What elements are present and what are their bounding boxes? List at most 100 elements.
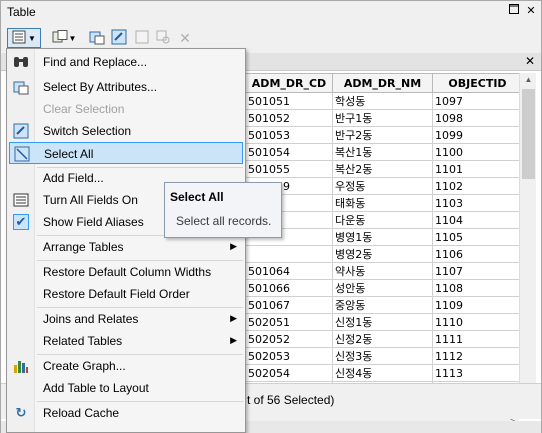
table-cell[interactable] [245,245,333,263]
table-row[interactable]: 502052 신정2동 1111 [245,330,523,348]
scroll-thumb[interactable] [522,89,535,179]
table-row[interactable]: 다운동 1104 [245,211,523,229]
menu-item-joins-relates[interactable]: Joins and Relates ▶ [9,308,243,330]
table-row[interactable]: 태화동 1103 [245,194,523,212]
menu-item-create-graph[interactable]: Create Graph... [9,355,243,377]
table-cell[interactable]: 501066 [245,279,333,297]
table-row[interactable]: 501052 반구1동 1098 [245,109,523,127]
table-row[interactable]: 병영1동 1105 [245,228,523,246]
scroll-up-icon[interactable]: ▲ [520,73,537,87]
table-cell[interactable]: 1109 [432,296,523,314]
table-cell[interactable]: 502051 [245,313,333,331]
table-cell[interactable]: 1097 [432,92,523,110]
table-cell[interactable]: 성안동 [332,279,433,297]
switch-selection-icon [13,123,29,139]
table-cell[interactable]: 501064 [245,262,333,280]
table-cell[interactable]: 1110 [432,313,523,331]
column-header[interactable]: OBJECTID [432,73,523,93]
table-cell[interactable]: 501055 [245,160,333,178]
table-cell[interactable]: 병영2동 [332,245,433,263]
menu-item-restore-field-order[interactable]: Restore Default Field Order [9,283,243,305]
table-cell[interactable]: 신정1동 [332,313,433,331]
close-tab-icon[interactable]: ✕ [525,54,535,68]
table-cell[interactable]: 501067 [245,296,333,314]
menu-item-label: Arrange Tables [43,240,124,254]
table-row[interactable]: 501053 반구2동 1099 [245,126,523,144]
restore-icon[interactable] [507,4,521,18]
select-by-attributes-button[interactable] [87,28,107,48]
table-cell[interactable]: 502054 [245,364,333,382]
table-cell[interactable]: 복산1동 [332,143,433,161]
table-cell[interactable]: 1108 [432,279,523,297]
table-cell[interactable]: 501054 [245,143,333,161]
table-cell[interactable]: 502052 [245,330,333,348]
menu-item-switch-selection[interactable]: Switch Selection [9,120,243,142]
table-cell[interactable]: 태화동 [332,194,433,212]
window-title: Table [7,5,36,19]
table-cell[interactable]: 501053 [245,126,333,144]
menu-item-arrange-tables[interactable]: Arrange Tables ▶ [9,236,243,258]
table-cell[interactable]: 다운동 [332,211,433,229]
table-cell[interactable]: 신정3동 [332,347,433,365]
table-row[interactable]: 502051 신정1동 1110 [245,313,523,331]
table-cell[interactable]: 반구1동 [332,109,433,127]
menu-item-label: Restore Default Field Order [43,287,190,301]
table-cell[interactable]: 우정동 [332,177,433,195]
table-row[interactable]: 501066 성안동 1108 [245,279,523,297]
table-cell[interactable]: 1106 [432,245,523,263]
table-cell[interactable]: 약사동 [332,262,433,280]
delete-selected-icon[interactable]: ✕ [176,28,194,48]
table-row[interactable]: 502054 신정4동 1113 [245,364,523,382]
select-all-tooltip: Select All Select all records. [164,182,282,238]
table-cell[interactable]: 중앙동 [332,296,433,314]
table-cell[interactable]: 501052 [245,109,333,127]
table-row[interactable]: 병영2동 1106 [245,245,523,263]
table-cell[interactable]: 1102 [432,177,523,195]
table-cell[interactable]: 1100 [432,143,523,161]
table-cell[interactable]: 501051 [245,92,333,110]
table-cell[interactable]: 1098 [432,109,523,127]
table-row[interactable]: 501054 복산1동 1100 [245,143,523,161]
table-cell[interactable]: 1113 [432,364,523,382]
menu-item-related-tables[interactable]: Related Tables ▶ [9,330,243,352]
table-cell[interactable]: 1099 [432,126,523,144]
table-cell[interactable]: 502053 [245,347,333,365]
table-row[interactable]: 501055 복산2동 1101 [245,160,523,178]
menu-item-add-table-to-layout[interactable]: Add Table to Layout [9,377,243,399]
menu-item-reload-cache[interactable]: ↻ Reload Cache [9,402,243,424]
clear-selection-icon [135,30,149,47]
close-window-icon[interactable]: ✕ [524,4,538,18]
column-header[interactable]: ADM_DR_NM [332,73,433,93]
table-cell[interactable]: 1105 [432,228,523,246]
switch-selection-button[interactable] [109,28,129,48]
table-cell[interactable]: 학성동 [332,92,433,110]
table-cell[interactable]: 1111 [432,330,523,348]
header-row: ADM_DR_CD ADM_DR_NM OBJECTID [245,73,523,93]
table-row[interactable]: 501064 약사동 1107 [245,262,523,280]
table-cell[interactable]: 1103 [432,194,523,212]
menu-item-select-all[interactable]: Select All [9,142,243,164]
table-row[interactable]: 501059우정동1102 [245,177,523,195]
table-cell[interactable]: 복산2동 [332,160,433,178]
menu-item-select-by-attributes[interactable]: Select By Attributes... [9,76,243,98]
zoom-to-selected-button[interactable] [154,28,172,48]
table-cell[interactable]: 신정2동 [332,330,433,348]
table-cell[interactable]: 1101 [432,160,523,178]
table-cell[interactable]: 1107 [432,262,523,280]
menu-item-find-replace[interactable]: Find and Replace... [9,51,243,73]
table-options-button[interactable]: ▼ [7,28,41,48]
table-row[interactable]: 502053 신정3동 1112 [245,347,523,365]
related-tables-button[interactable]: ▼ [51,28,77,48]
table-cell[interactable]: 반구2동 [332,126,433,144]
menu-item-clear-selection[interactable]: Clear Selection [9,98,243,120]
table-cell[interactable]: 1104 [432,211,523,229]
table-cell[interactable]: 신정4동 [332,364,433,382]
clear-selection-button[interactable] [133,28,151,48]
table-cell[interactable]: 1112 [432,347,523,365]
table-cell[interactable]: 병영1동 [332,228,433,246]
table-row[interactable]: 501051 학성동 1097 [245,92,523,110]
table-row[interactable]: 501067 중앙동 1109 [245,296,523,314]
menu-item-restore-column-widths[interactable]: Restore Default Column Widths [9,261,243,283]
column-header[interactable]: ADM_DR_CD [245,73,333,93]
vertical-scrollbar[interactable]: ▲ ▼ [519,73,536,413]
